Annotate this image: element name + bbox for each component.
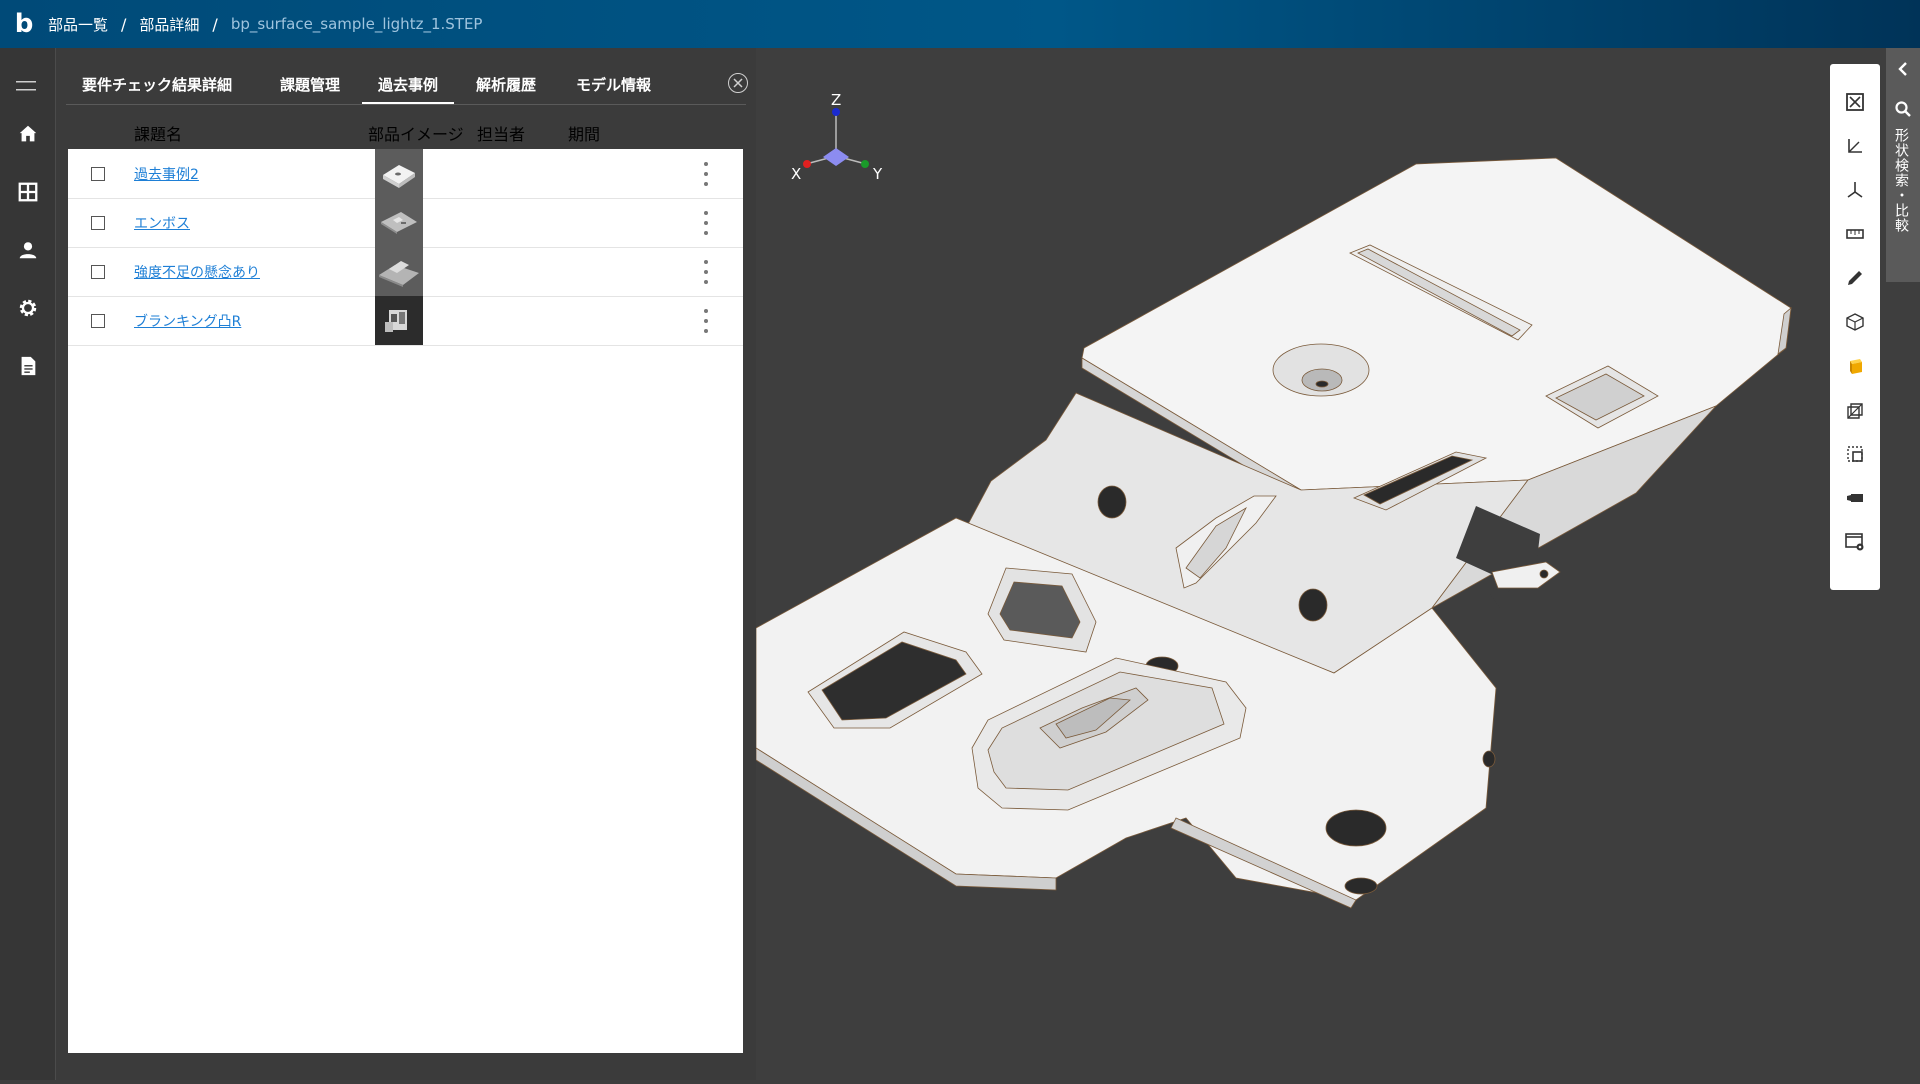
ruler-button[interactable]	[1843, 222, 1867, 246]
axis-dimension-icon	[1848, 139, 1862, 153]
document-icon	[21, 356, 36, 376]
nav-settings[interactable]	[14, 294, 42, 322]
issue-title-link[interactable]: 強度不足の懸念あり	[134, 262, 260, 282]
panel-tabs: 要件チェック結果詳細 課題管理 過去事例 解析履歴 モデル情報	[66, 48, 748, 105]
camera-button[interactable]	[1843, 486, 1867, 510]
chevron-left-icon[interactable]	[1894, 60, 1912, 78]
row-checkbox[interactable]	[91, 167, 105, 181]
pen-icon	[1848, 271, 1862, 285]
x-axis-marker	[803, 160, 811, 168]
tab-requirement-check[interactable]: 要件チェック結果詳細	[82, 74, 232, 95]
ruler-icon	[1846, 229, 1864, 239]
camera-icon	[1847, 494, 1863, 502]
window-settings-icon	[1845, 533, 1864, 551]
app-logo[interactable]: b	[0, 9, 48, 39]
close-icon	[733, 78, 743, 88]
z-axis-marker	[832, 108, 840, 116]
row-menu-button[interactable]	[702, 260, 710, 284]
table-row: 強度不足の懸念あり	[68, 247, 743, 297]
axis-label-y: Y	[872, 165, 883, 183]
row-menu-button[interactable]	[702, 309, 710, 333]
section-cube-icon	[1847, 403, 1863, 419]
tab-past-cases[interactable]: 過去事例	[361, 74, 455, 104]
wireframe-cube-icon	[1846, 313, 1864, 331]
model-viewport[interactable]: Z X Y	[755, 48, 1920, 1080]
column-header-image[interactable]: 部品イメージ	[368, 121, 464, 145]
markup-pen-button[interactable]	[1843, 266, 1867, 290]
cad-model-render[interactable]: Z X Y	[755, 48, 1920, 1080]
part-image-icon	[383, 165, 415, 188]
tab-issue-management[interactable]: 課題管理	[280, 74, 340, 95]
grid-icon	[18, 182, 38, 202]
window-settings-button[interactable]	[1843, 530, 1867, 554]
part-thumbnail[interactable]	[375, 198, 423, 247]
axis-triad: Z X Y	[791, 91, 883, 183]
row-checkbox[interactable]	[91, 216, 105, 230]
issue-title-link[interactable]: エンボス	[134, 213, 190, 233]
part-image-icon	[381, 212, 417, 234]
row-menu-button[interactable]	[702, 211, 710, 235]
tab-model-info[interactable]: モデル情報	[576, 74, 651, 95]
part-image-icon	[379, 261, 419, 287]
gear-icon	[19, 299, 37, 317]
search-icon[interactable]	[1894, 100, 1912, 118]
sheet-metal-part	[755, 157, 1792, 909]
detail-panel: 要件チェック結果詳細 課題管理 過去事例 解析履歴 モデル情報 課題名 部品イメ…	[56, 48, 756, 1080]
home-icon	[19, 125, 37, 142]
breadcrumb-separator: /	[121, 14, 127, 34]
part-image-icon	[385, 310, 407, 332]
column-header-name[interactable]: 課題名	[134, 121, 182, 145]
row-checkbox[interactable]	[91, 314, 105, 328]
part-thumbnail[interactable]	[375, 247, 423, 296]
view-toolbar	[1830, 64, 1880, 590]
issue-title-link[interactable]: ブランキング凸R	[134, 311, 241, 331]
breadcrumb-part-detail[interactable]: 部品詳細	[139, 14, 199, 35]
nav-user[interactable]	[14, 236, 42, 264]
breadcrumb-current-file: bp_surface_sample_lightz_1.STEP	[230, 15, 483, 33]
solid-view-button[interactable]	[1843, 354, 1867, 378]
panel-close-button[interactable]	[728, 73, 748, 93]
breadcrumb-separator: /	[212, 14, 218, 34]
selection-box-button[interactable]	[1843, 442, 1867, 466]
fit-view-button[interactable]	[1843, 90, 1867, 114]
section-view-button[interactable]	[1843, 398, 1867, 422]
wireframe-view-button[interactable]	[1843, 310, 1867, 334]
selection-box-icon	[1847, 446, 1863, 462]
axis-label-z: Z	[831, 91, 841, 109]
axis-label-x: X	[791, 165, 801, 183]
table-row: 過去事例2	[68, 149, 743, 199]
coordinate-axes-button[interactable]	[1843, 178, 1867, 202]
axis-dimension-button[interactable]	[1843, 134, 1867, 158]
tab-analysis-history[interactable]: 解析履歴	[476, 74, 536, 95]
nav-home[interactable]	[14, 120, 42, 148]
past-cases-table: 過去事例2 エンボス 強度不足の懸念あり ブランキング凸R	[68, 149, 743, 1053]
part-thumbnail[interactable]	[375, 296, 423, 345]
menu-icon[interactable]	[16, 80, 36, 92]
breadcrumb-parts-list[interactable]: 部品一覧	[48, 14, 108, 35]
y-axis-marker	[861, 160, 869, 168]
row-checkbox[interactable]	[91, 265, 105, 279]
left-nav	[0, 48, 56, 1080]
table-row: エンボス	[68, 198, 743, 248]
top-header: b 部品一覧 / 部品詳細 / bp_surface_sample_lightz…	[0, 0, 1920, 48]
column-header-assignee[interactable]: 担当者	[477, 121, 525, 145]
user-icon	[19, 242, 37, 259]
shape-search-panel-tab[interactable]: 形状検索・比較	[1886, 48, 1920, 282]
table-row: ブランキング凸R	[68, 296, 743, 346]
column-header-period[interactable]: 期間	[568, 121, 600, 145]
nav-grid[interactable]	[14, 178, 42, 206]
part-thumbnail[interactable]	[375, 149, 423, 198]
fit-view-icon	[1846, 93, 1864, 111]
row-menu-button[interactable]	[702, 162, 710, 186]
solid-cube-icon	[1850, 359, 1862, 374]
coordinate-axes-icon	[1847, 182, 1863, 198]
issue-title-link[interactable]: 過去事例2	[134, 164, 199, 184]
nav-documents[interactable]	[14, 352, 42, 380]
shape-search-label[interactable]: 形状検索・比較	[1893, 128, 1911, 233]
